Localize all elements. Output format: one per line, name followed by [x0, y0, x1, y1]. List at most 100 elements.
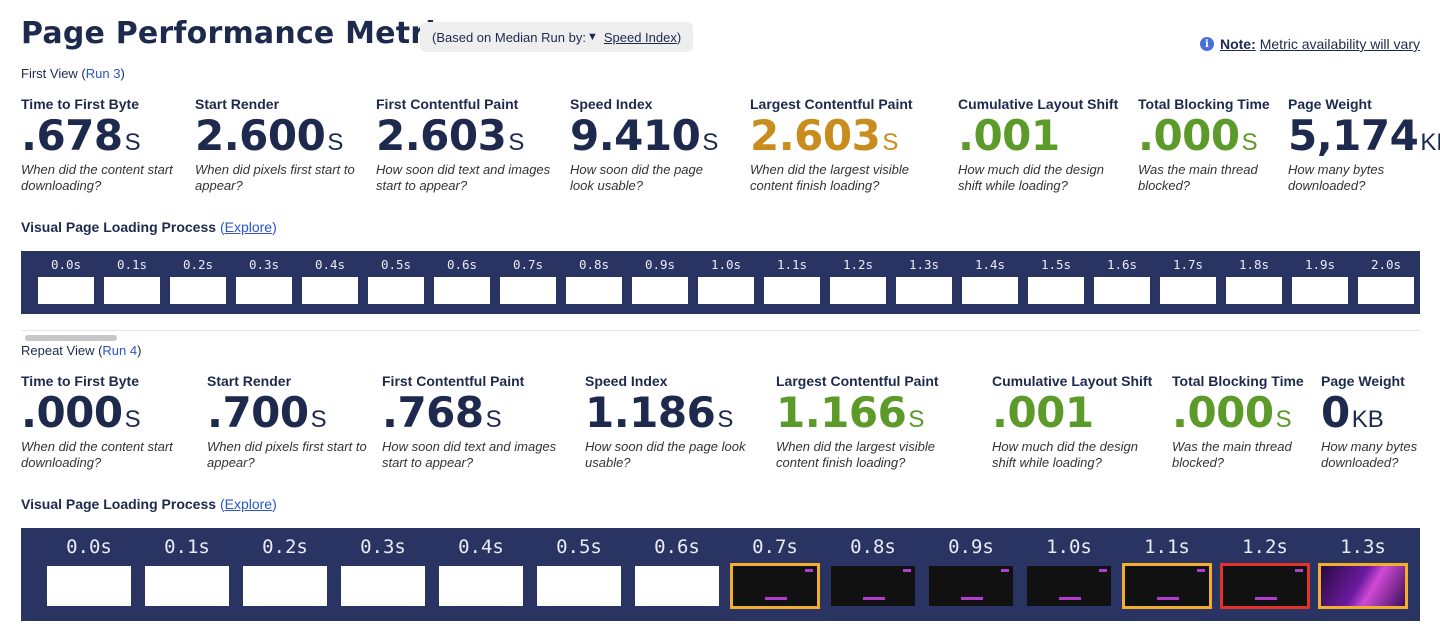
filmstrip-frame[interactable]: 0.4s: [439, 536, 523, 621]
frame-thumbnail[interactable]: [145, 566, 229, 606]
first-view-run-link[interactable]: Run 3: [86, 66, 121, 81]
filmstrip-frame[interactable]: 0.7s: [500, 257, 556, 314]
filmstrip-frame[interactable]: 1.3s: [1318, 536, 1408, 621]
frame-time: 1.0s: [1046, 536, 1092, 558]
frame-thumbnail[interactable]: [1292, 277, 1348, 304]
filmstrip-frame[interactable]: 1.3s: [896, 257, 952, 314]
filmstrip-frame[interactable]: 1.5s: [1028, 257, 1084, 314]
frame-time: 1.3s: [908, 257, 940, 272]
filmstrip-frame[interactable]: 0.6s: [434, 257, 490, 314]
frame-thumbnail[interactable]: [962, 277, 1018, 304]
filmstrip-frame[interactable]: 0.3s: [236, 257, 292, 314]
filmstrip-frame[interactable]: 1.2s: [1220, 536, 1310, 621]
frame-thumbnail[interactable]: [302, 277, 358, 304]
frame-thumbnail[interactable]: [929, 566, 1013, 606]
frame-thumbnail[interactable]: [1318, 563, 1408, 609]
filmstrip-frame[interactable]: 0.8s: [566, 257, 622, 314]
frame-thumbnail[interactable]: [341, 566, 425, 606]
frame-thumbnail[interactable]: [236, 277, 292, 304]
frame-thumbnail[interactable]: [537, 566, 621, 606]
frame-thumbnail[interactable]: [1160, 277, 1216, 304]
filmstrip-frame[interactable]: 0.9s: [929, 536, 1013, 621]
first-view-label: First View (Run 3): [21, 66, 125, 81]
filmstrip-frame[interactable]: 0.1s: [145, 536, 229, 621]
first-view-filmstrip[interactable]: 0.0s 0.1s 0.2s 0.3s 0.4s 0.5s 0.6s 0.7s 0.8s 0.9s…: [21, 251, 1420, 314]
repeat-view-run-link[interactable]: Run 4: [102, 343, 137, 358]
median-selected-metric[interactable]: Speed Index: [604, 30, 677, 45]
frame-time: 1.3s: [1340, 536, 1386, 558]
metric-card: Time to First Byte .000S When did the cont…: [21, 373, 196, 471]
metric-availability-note[interactable]: i Note: Metric availability will vary: [1199, 36, 1420, 52]
frame-thumbnail[interactable]: [434, 277, 490, 304]
filmstrip-frame[interactable]: 1.4s: [962, 257, 1018, 314]
frame-thumbnail[interactable]: [830, 277, 886, 304]
frame-thumbnail[interactable]: [1220, 563, 1310, 609]
frame-thumbnail[interactable]: [566, 277, 622, 304]
metric-number: 0: [1321, 388, 1350, 437]
frame-thumbnail[interactable]: [635, 566, 719, 606]
frame-thumbnail[interactable]: [368, 277, 424, 304]
filmstrip-frame[interactable]: 0.3s: [341, 536, 425, 621]
filmstrip-frame[interactable]: 0.4s: [302, 257, 358, 314]
filmstrip-frame[interactable]: 0.2s: [243, 536, 327, 621]
frame-thumbnail[interactable]: [500, 277, 556, 304]
frame-thumbnail[interactable]: [170, 277, 226, 304]
repeat-view-filmstrip[interactable]: 0.0s 0.1s 0.2s 0.3s 0.4s 0.5s 0.6s 0.7s 0.8s 0.9s…: [21, 528, 1420, 621]
frame-thumbnail[interactable]: [1226, 277, 1282, 304]
metric-number: .000: [21, 388, 123, 437]
filmstrip-frame[interactable]: 0.2s: [170, 257, 226, 314]
frame-time: 1.9s: [1304, 257, 1336, 272]
filmstrip-frame[interactable]: 1.2s: [830, 257, 886, 314]
filmstrip-frame[interactable]: 1.0s: [698, 257, 754, 314]
frame-thumbnail[interactable]: [1027, 566, 1111, 606]
filmstrip-frame[interactable]: 1.8s: [1226, 257, 1282, 314]
filmstrip-frame[interactable]: 0.8s: [831, 536, 915, 621]
frame-thumbnail[interactable]: [38, 277, 94, 304]
filmstrip-frame[interactable]: 1.0s: [1027, 536, 1111, 621]
filmstrip-frame[interactable]: 0.5s: [368, 257, 424, 314]
repeat-view-explore-link[interactable]: Explore: [225, 496, 272, 512]
metric-card: Start Render .700S When did pixels first s…: [207, 373, 372, 471]
filmstrip-frame[interactable]: 0.9s: [632, 257, 688, 314]
frame-thumbnail[interactable]: [439, 566, 523, 606]
frame-thumbnail[interactable]: [47, 566, 131, 606]
frame-thumbnail[interactable]: [831, 566, 915, 606]
page-title: Page Performance Metrics: [21, 16, 472, 51]
frame-time: 0.3s: [360, 536, 406, 558]
frame-thumbnail[interactable]: [730, 563, 820, 609]
median-run-selector[interactable]: (Based on Median Run by: ▼ Speed Index ): [420, 22, 694, 52]
dropdown-arrow-icon[interactable]: ▼: [587, 31, 598, 43]
filmstrip-frame[interactable]: 1.1s: [1122, 536, 1212, 621]
frame-thumbnail[interactable]: [896, 277, 952, 304]
filmstrip-frame[interactable]: 1.7s: [1160, 257, 1216, 314]
metric-description: How soon did text and images start to ap…: [376, 162, 551, 193]
explore-close: ): [272, 219, 277, 235]
filmstrip-frame[interactable]: 0.0s: [38, 257, 94, 314]
frame-time: 0.2s: [182, 257, 214, 272]
filmstrip-frame[interactable]: 2.0s: [1358, 257, 1414, 314]
frame-thumbnail[interactable]: [1122, 563, 1212, 609]
frame-thumbnail[interactable]: [698, 277, 754, 304]
filmstrip-frame[interactable]: 0.1s: [104, 257, 160, 314]
filmstrip-frame[interactable]: 1.6s: [1094, 257, 1150, 314]
metric-unit: S: [508, 129, 525, 156]
first-view-explore-link[interactable]: Explore: [225, 219, 272, 235]
frame-thumbnail[interactable]: [1358, 277, 1414, 304]
frame-thumbnail[interactable]: [104, 277, 160, 304]
filmstrip-scrollbar[interactable]: [21, 330, 1420, 342]
metric-label: First Contentful Paint: [382, 373, 525, 389]
note-text[interactable]: Metric availability will vary: [1260, 36, 1420, 52]
frame-thumbnail[interactable]: [632, 277, 688, 304]
filmstrip-frame[interactable]: 1.1s: [764, 257, 820, 314]
filmstrip-frame[interactable]: 0.0s: [47, 536, 131, 621]
frame-thumbnail[interactable]: [1028, 277, 1084, 304]
metric-card: First Contentful Paint 2.603S How soon did…: [376, 96, 551, 194]
scrollbar-thumb[interactable]: [25, 335, 117, 341]
filmstrip-frame[interactable]: 0.6s: [635, 536, 719, 621]
filmstrip-frame[interactable]: 0.7s: [730, 536, 820, 621]
filmstrip-frame[interactable]: 0.5s: [537, 536, 621, 621]
frame-thumbnail[interactable]: [764, 277, 820, 304]
frame-thumbnail[interactable]: [1094, 277, 1150, 304]
filmstrip-frame[interactable]: 1.9s: [1292, 257, 1348, 314]
frame-thumbnail[interactable]: [243, 566, 327, 606]
